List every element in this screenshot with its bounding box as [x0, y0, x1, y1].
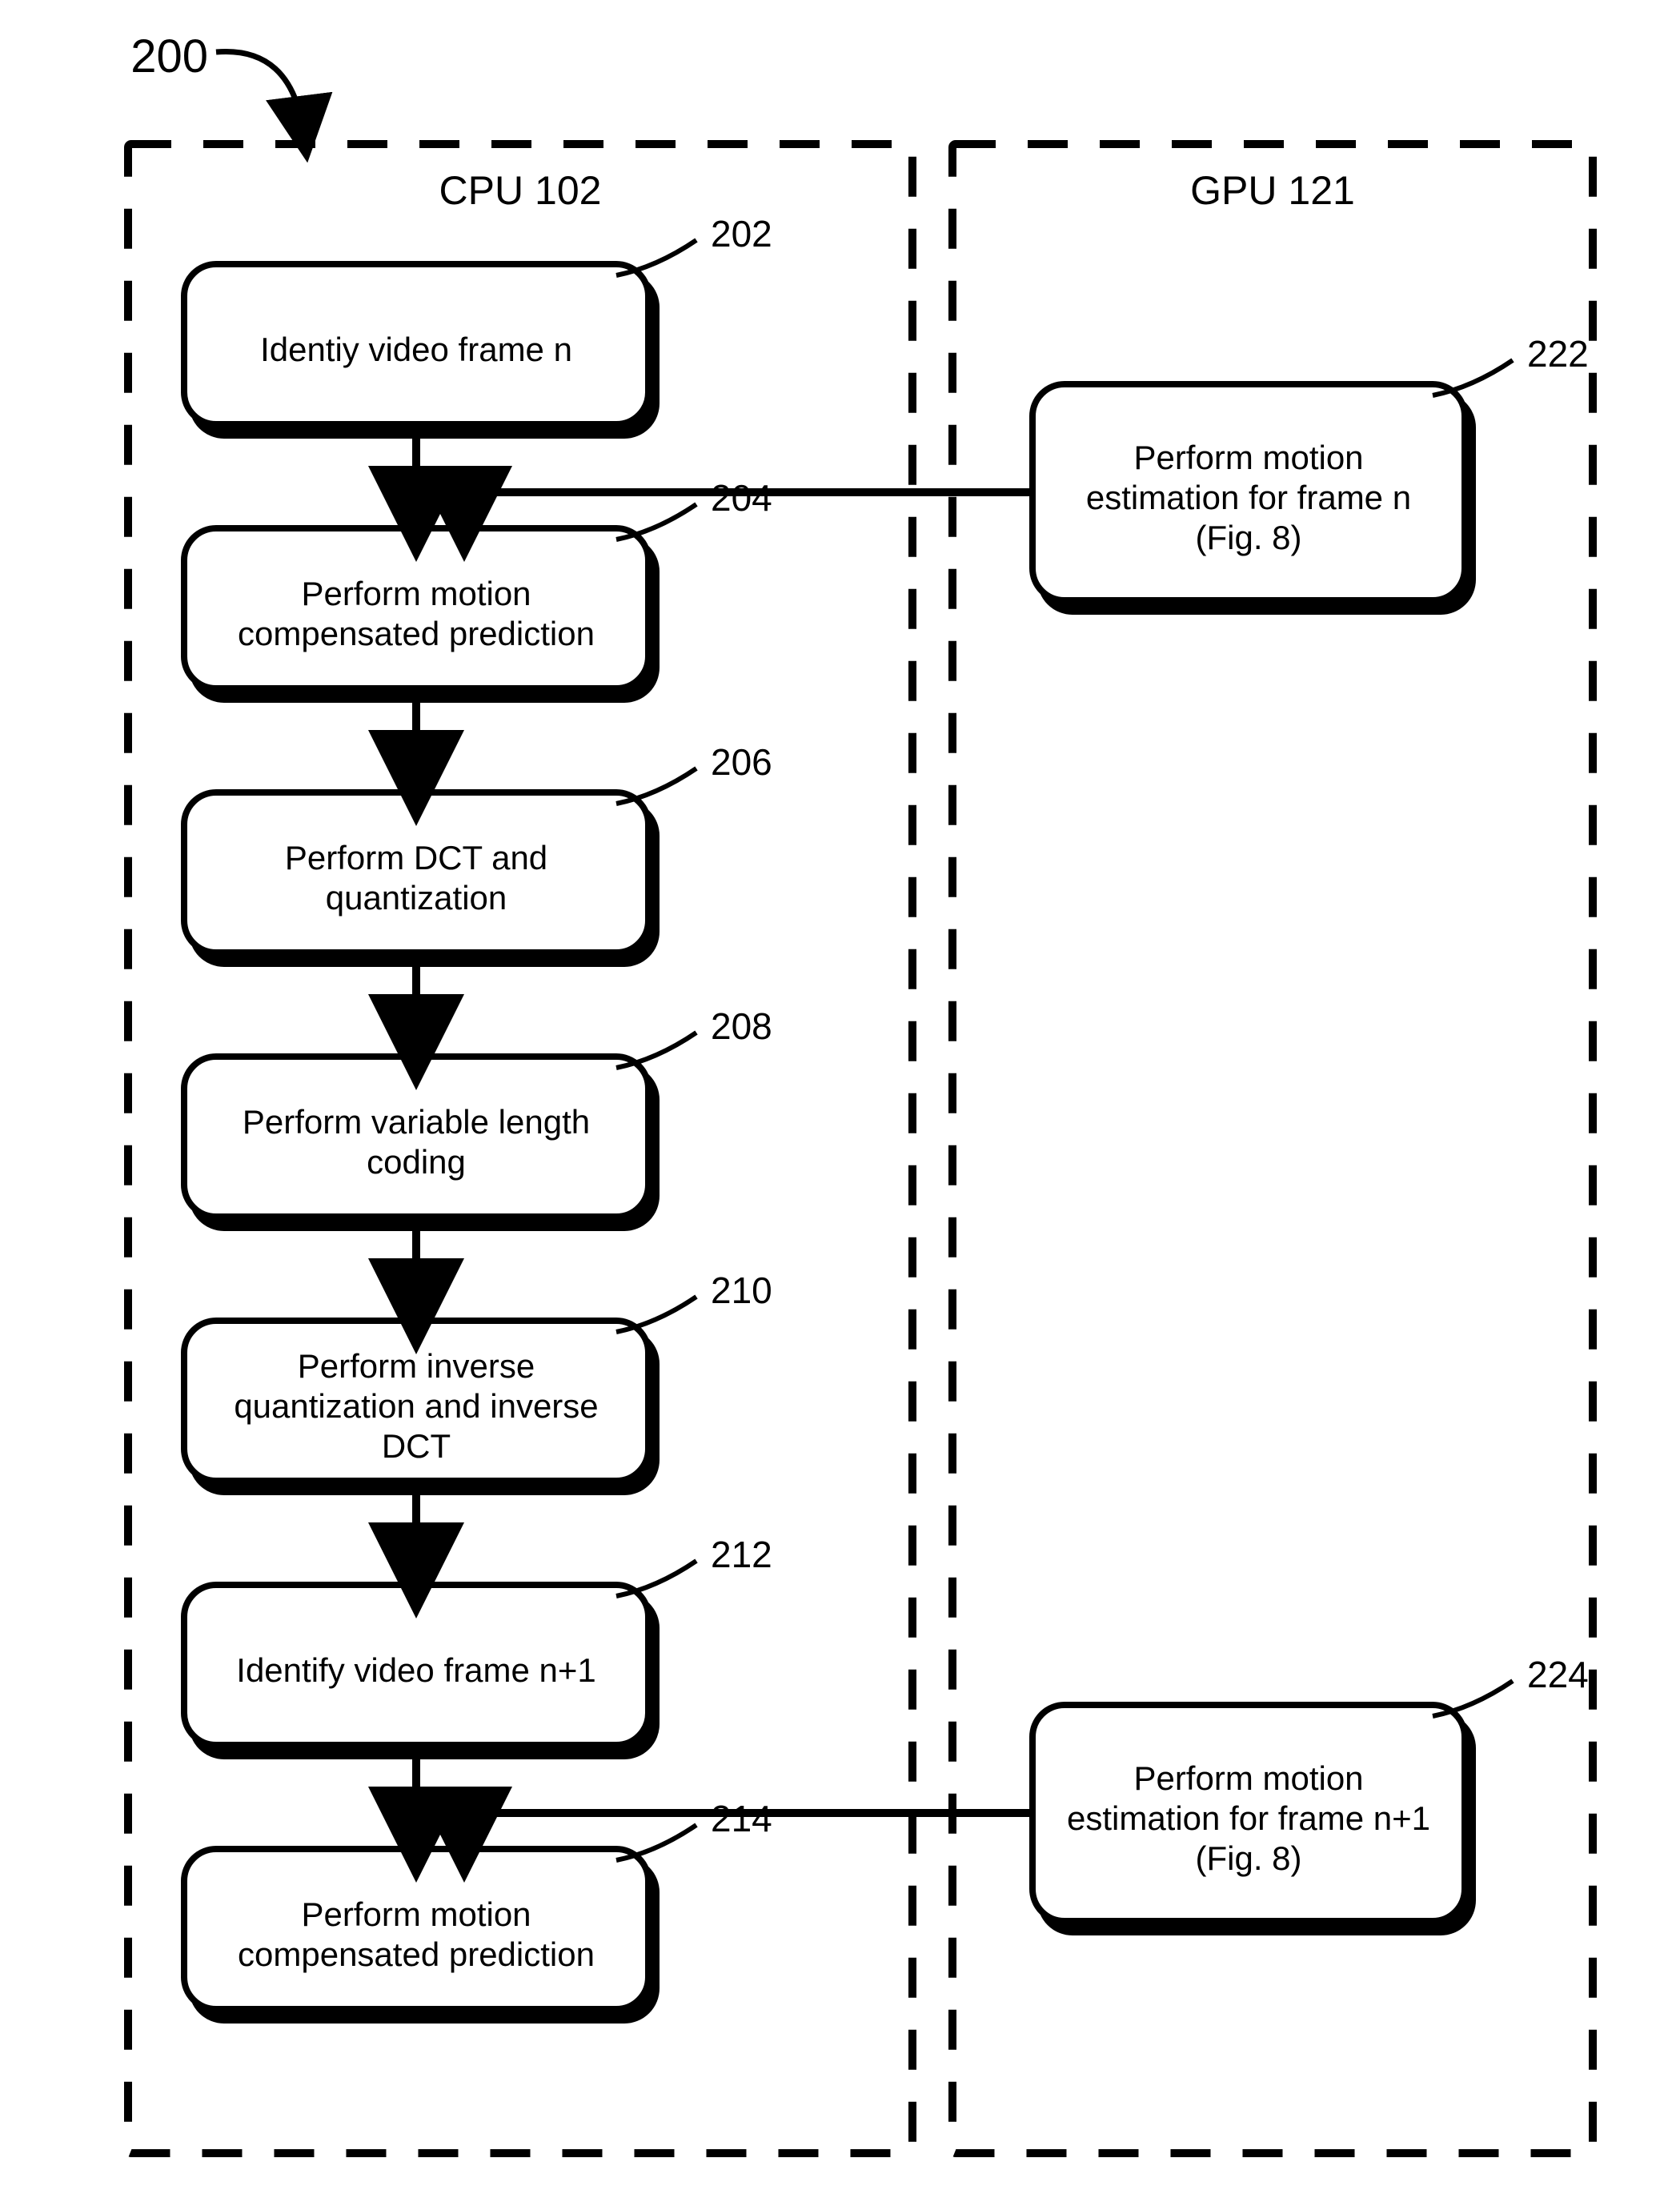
figure-reference-arrow: [216, 51, 304, 136]
cpu-step-206-line-0: Perform DCT and: [285, 839, 547, 876]
ref-202: 202: [711, 213, 772, 255]
ref-206: 206: [711, 741, 772, 783]
cpu-step-214-line-0: Perform motion: [301, 1895, 531, 1933]
flowchart-diagram: 200 CPU 102 GPU 121 Identiy video frame …: [0, 0, 1680, 2194]
ref-204: 204: [711, 477, 772, 519]
ref-208: 208: [711, 1005, 772, 1047]
ref-leader-222: [1433, 360, 1513, 395]
ref-leader-206: [616, 768, 696, 804]
figure-reference: 200: [130, 30, 208, 82]
ref-leader-202: [616, 240, 696, 275]
cpu-step-202-line-0: Identiy video frame n: [260, 331, 572, 368]
gpu-step-224-line-2: (Fig. 8): [1195, 1839, 1301, 1877]
gpu-step-222: Perform motionestimation for frame n(Fig…: [1032, 384, 1465, 600]
cpu-step-210: Perform inversequantization and inverseD…: [184, 1321, 648, 1481]
cpu-step-208-line-1: coding: [367, 1143, 466, 1181]
ref-leader-214: [616, 1825, 696, 1860]
gpu-step-222-line-2: (Fig. 8): [1195, 519, 1301, 556]
ref-leader-224: [1433, 1681, 1513, 1716]
ref-leader-204: [616, 504, 696, 539]
cpu-step-212: Identify video frame n+1: [184, 1585, 648, 1745]
gpu-step-224-line-1: estimation for frame n+1: [1067, 1799, 1430, 1837]
cpu-step-214: Perform motioncompensated prediction: [184, 1849, 648, 2009]
cpu-step-204-line-1: compensated prediction: [238, 615, 595, 652]
gpu-steps-group: Perform motionestimation for frame n(Fig…: [1032, 384, 1465, 1921]
cpu-title: CPU 102: [439, 168, 602, 213]
cpu-step-208-line-0: Perform variable length: [243, 1103, 590, 1141]
cpu-step-202: Identiy video frame n: [184, 264, 648, 424]
gpu-step-222-line-1: estimation for frame n: [1086, 479, 1411, 516]
ref-leader-208: [616, 1033, 696, 1068]
cpu-step-214-line-1: compensated prediction: [238, 1935, 595, 1973]
cpu-step-210-line-2: DCT: [382, 1427, 451, 1465]
gpu-step-224: Perform motionestimation for frame n+1(F…: [1032, 1705, 1465, 1921]
gpu-step-222-line-0: Perform motion: [1133, 439, 1363, 476]
ref-212: 212: [711, 1534, 772, 1575]
cpu-step-212-line-0: Identify video frame n+1: [236, 1651, 595, 1689]
cpu-step-208: Perform variable lengthcoding: [184, 1057, 648, 1217]
ref-222: 222: [1527, 333, 1589, 375]
ref-214: 214: [711, 1798, 772, 1839]
ref-leader-210: [616, 1297, 696, 1332]
cpu-step-204: Perform motioncompensated prediction: [184, 528, 648, 688]
ref-224: 224: [1527, 1654, 1589, 1695]
gpu-title: GPU 121: [1190, 168, 1355, 213]
gpu-step-224-line-0: Perform motion: [1133, 1759, 1363, 1797]
cpu-step-206-line-1: quantization: [326, 879, 507, 917]
cpu-step-204-line-0: Perform motion: [301, 575, 531, 612]
cpu-step-210-line-0: Perform inverse: [298, 1347, 535, 1385]
ref-leader-212: [616, 1561, 696, 1596]
ref-210: 210: [711, 1269, 772, 1311]
cpu-step-210-line-1: quantization and inverse: [234, 1387, 598, 1425]
cpu-step-206: Perform DCT andquantization: [184, 792, 648, 953]
